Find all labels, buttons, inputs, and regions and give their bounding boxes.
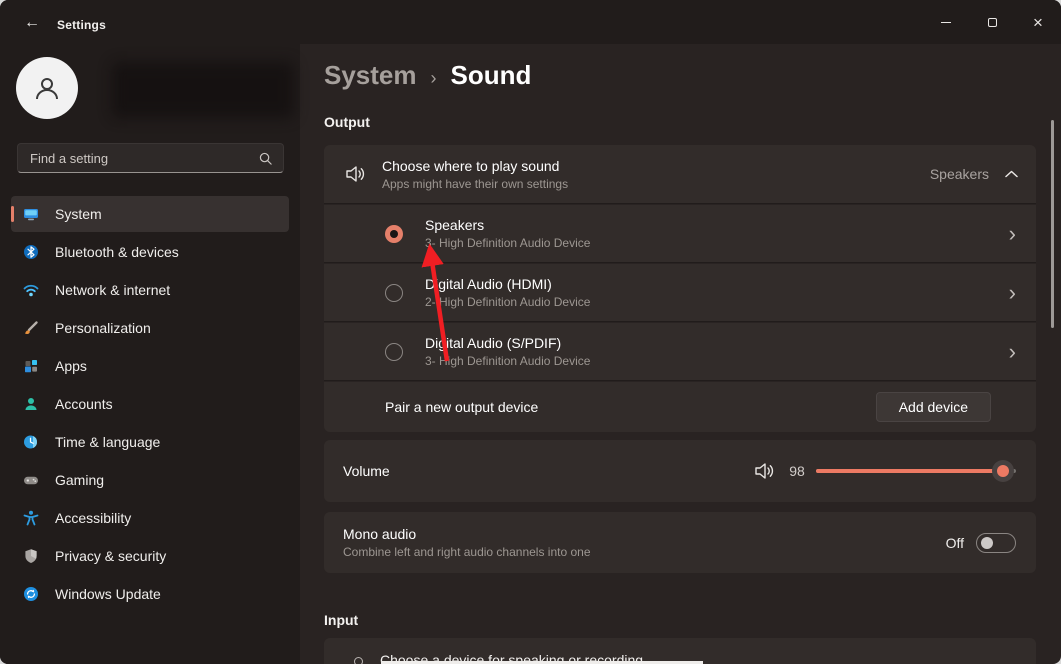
expander-title: Choose where to play sound: [382, 158, 568, 174]
expander-selected-value: Speakers: [930, 166, 989, 182]
breadcrumb-parent[interactable]: System: [324, 60, 417, 91]
sidebar-item-accounts[interactable]: Accounts: [11, 386, 289, 422]
slider-fill: [816, 469, 1008, 473]
pair-device-label: Pair a new output device: [385, 399, 538, 415]
wifi-icon: [23, 282, 39, 298]
sidebar-item-label: Gaming: [55, 472, 104, 488]
update-refresh-icon: [23, 586, 39, 602]
chevron-right-icon[interactable]: ›: [1009, 223, 1022, 245]
bluetooth-icon: [23, 244, 39, 260]
device-row-digital-audio-spdif[interactable]: Digital Audio (S/PDIF) 3- High Definitio…: [324, 323, 1036, 381]
sidebar-item-privacy-security[interactable]: Privacy & security: [11, 538, 289, 574]
add-device-button[interactable]: Add device: [876, 392, 991, 422]
sidebar-item-label: Privacy & security: [55, 548, 166, 564]
maximize-button[interactable]: [969, 0, 1015, 44]
back-button[interactable]: ←: [16, 11, 48, 35]
controller-icon: [23, 472, 39, 488]
mono-audio-title: Mono audio: [343, 526, 591, 542]
sidebar-item-label: Apps: [55, 358, 87, 374]
sidebar-item-windows-update[interactable]: Windows Update: [11, 576, 289, 612]
close-button[interactable]: ×: [1015, 0, 1061, 44]
radio-selected[interactable]: [385, 225, 403, 243]
accessibility-person-icon: [23, 510, 39, 526]
device-row-digital-audio-hdmi[interactable]: Digital Audio (HDMI) 2- High Definition …: [324, 264, 1036, 322]
search-icon[interactable]: [258, 151, 273, 166]
speaker-icon[interactable]: [754, 461, 776, 481]
speaker-icon: [345, 164, 367, 184]
sidebar-item-label: Accounts: [55, 396, 113, 412]
chevron-up-icon[interactable]: [1005, 170, 1018, 178]
search-box[interactable]: [17, 143, 284, 173]
close-icon: ×: [1033, 14, 1043, 31]
breadcrumb: System › Sound: [324, 60, 531, 91]
sidebar-item-bluetooth-devices[interactable]: Bluetooth & devices: [11, 234, 289, 270]
window-controls: ×: [923, 0, 1061, 44]
mono-audio-subtitle: Combine left and right audio channels in…: [343, 545, 591, 559]
minimize-icon: [941, 22, 951, 23]
radio-unselected[interactable]: [385, 284, 403, 302]
device-description: 3- High Definition Audio Device: [425, 236, 590, 250]
device-name: Speakers: [425, 217, 590, 233]
brush-icon: [23, 320, 39, 336]
volume-row: Volume 98: [324, 440, 1036, 502]
sidebar-item-label: Windows Update: [55, 586, 161, 602]
sidebar-item-apps[interactable]: Apps: [11, 348, 289, 384]
volume-label: Volume: [343, 463, 390, 479]
apps-icon: [23, 358, 39, 374]
sidebar-item-label: Accessibility: [55, 510, 131, 526]
clock-globe-icon: [23, 434, 39, 450]
titlebar: ← Settings ×: [0, 0, 1061, 44]
accounts-icon: [23, 396, 39, 412]
sidebar-item-accessibility[interactable]: Accessibility: [11, 500, 289, 536]
sidebar-item-gaming[interactable]: Gaming: [11, 462, 289, 498]
output-expander-header[interactable]: Choose where to play sound Apps might ha…: [324, 145, 1036, 204]
sidebar-nav: System Bluetooth & devices Network & int…: [6, 194, 294, 614]
user-name-redacted: [112, 62, 294, 118]
breadcrumb-separator-icon: ›: [431, 68, 437, 89]
sidebar-item-label: Network & internet: [55, 282, 170, 298]
slider-thumb[interactable]: [992, 460, 1014, 482]
device-name: Digital Audio (HDMI): [425, 276, 590, 292]
toggle-state-label: Off: [946, 535, 964, 551]
back-arrow-icon: ←: [24, 14, 40, 32]
output-section-label: Output: [324, 114, 370, 130]
page-title: Sound: [451, 60, 532, 91]
radio-unselected[interactable]: [385, 343, 403, 361]
sidebar-item-system[interactable]: System: [11, 196, 289, 232]
input-section-label: Input: [324, 612, 358, 628]
maximize-icon: [988, 18, 997, 27]
sidebar-item-label: System: [55, 206, 102, 222]
device-row-speakers[interactable]: Speakers 3- High Definition Audio Device…: [324, 205, 1036, 263]
shield-icon: [23, 548, 39, 564]
sidebar-item-personalization[interactable]: Personalization: [11, 310, 289, 346]
chevron-right-icon[interactable]: ›: [1009, 282, 1022, 304]
app-title: Settings: [57, 18, 106, 32]
settings-window: ← Settings ×: [0, 0, 1061, 664]
person-icon: [32, 73, 62, 103]
search-input[interactable]: [30, 151, 258, 166]
vertical-scrollbar[interactable]: [1051, 120, 1054, 328]
device-description: 2- High Definition Audio Device: [425, 295, 590, 309]
system-icon: [23, 206, 39, 222]
pair-device-row: Pair a new output device Add device: [324, 382, 1036, 432]
device-description: 3- High Definition Audio Device: [425, 354, 590, 368]
microphone-icon: [354, 657, 363, 664]
mono-audio-row: Mono audio Combine left and right audio …: [324, 512, 1036, 573]
selected-indicator: [11, 206, 14, 222]
sidebar: System Bluetooth & devices Network & int…: [0, 44, 300, 664]
volume-slider[interactable]: [816, 461, 1016, 481]
chevron-right-icon[interactable]: ›: [1009, 341, 1022, 363]
device-name: Digital Audio (S/PDIF): [425, 335, 590, 351]
expander-subtitle: Apps might have their own settings: [382, 177, 568, 191]
avatar[interactable]: [16, 57, 78, 119]
toggle-knob: [981, 537, 993, 549]
sidebar-item-label: Personalization: [55, 320, 151, 336]
minimize-button[interactable]: [923, 0, 969, 44]
sidebar-item-label: Time & language: [55, 434, 160, 450]
volume-value: 98: [786, 463, 808, 479]
sidebar-item-label: Bluetooth & devices: [55, 244, 179, 260]
mono-audio-toggle[interactable]: [976, 533, 1016, 553]
sidebar-item-time-language[interactable]: Time & language: [11, 424, 289, 460]
sidebar-item-network-internet[interactable]: Network & internet: [11, 272, 289, 308]
